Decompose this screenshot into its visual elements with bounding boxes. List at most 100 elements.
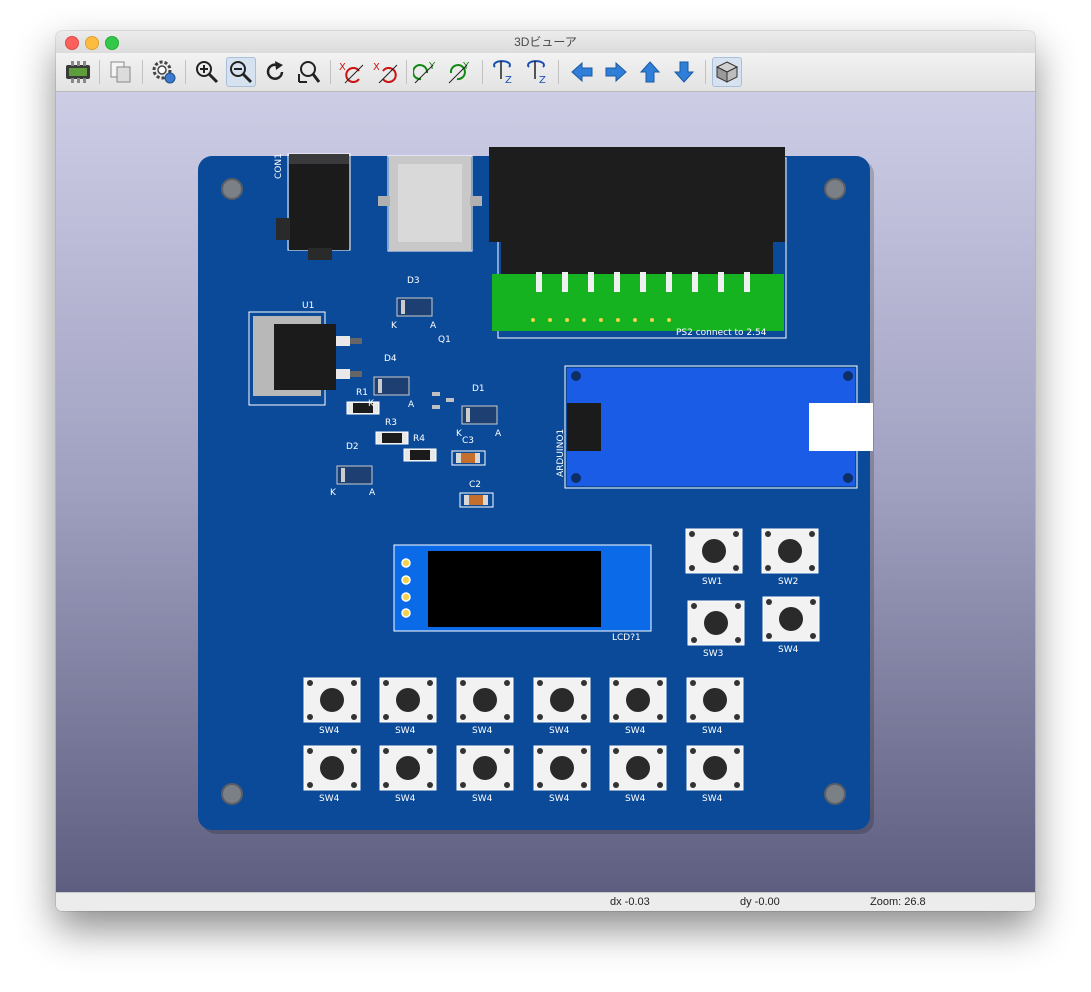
zoom-out-button[interactable] <box>226 57 256 87</box>
resistor-r4 <box>403 448 437 462</box>
label-sw4: SW4 <box>319 726 340 736</box>
redraw-button[interactable] <box>260 57 290 87</box>
rotate-z-cw-icon: Z <box>493 60 512 85</box>
zoom-fit-button[interactable] <box>294 57 324 87</box>
label-q1: Q1 <box>438 335 451 345</box>
resistor-r1 <box>346 401 380 415</box>
move-right-button[interactable] <box>601 57 631 87</box>
rotate-z-ccw-icon: Z <box>527 60 546 85</box>
label-d4-a: A <box>408 400 415 410</box>
switch-sw4 <box>379 745 437 791</box>
label-d3: D3 <box>407 276 420 286</box>
toolbar: X X Y Y <box>56 53 1035 92</box>
label-c3: C3 <box>462 436 475 446</box>
switch-sw4 <box>303 677 361 723</box>
move-up-icon <box>639 61 661 83</box>
diode-d4 <box>373 376 410 396</box>
switch-sw4 <box>762 596 820 642</box>
label-r1: R1 <box>356 388 368 398</box>
viewer-window: 3Dビューア X X Z Z CON1 U1 D3 K A Q1 D4 A R1… <box>56 31 1035 911</box>
label-d2: D2 <box>346 442 359 452</box>
arduino-nano-module <box>564 365 873 489</box>
zoom-out-icon <box>230 61 253 84</box>
label-sw4: SW4 <box>625 726 646 736</box>
switch-sw1 <box>685 528 743 574</box>
title-bar[interactable]: 3Dビューア <box>56 31 1035 53</box>
label-sw4: SW4 <box>319 794 340 804</box>
label-ps2: PS2 connect to 2.54 <box>676 328 767 338</box>
zoom-in-button[interactable] <box>192 57 222 87</box>
switch-sw4 <box>456 677 514 723</box>
status-dy: dy -0.00 <box>740 896 780 908</box>
rotate-y-cw-button[interactable]: Y <box>412 57 442 87</box>
zoom-fit-icon <box>298 61 321 83</box>
status-zoom: Zoom: 26.8 <box>870 896 926 908</box>
label-d4: D4 <box>384 354 397 364</box>
label-sw4: SW4 <box>549 794 570 804</box>
rotate-x-cw-button[interactable]: X <box>336 57 366 87</box>
switch-sw4 <box>609 745 667 791</box>
rotate-x-ccw-icon: X <box>373 62 398 84</box>
redraw-icon <box>266 61 284 80</box>
oled-lcd-module <box>393 544 652 632</box>
move-left-icon <box>571 61 593 83</box>
close-button[interactable] <box>65 36 79 50</box>
label-d2-a: A <box>369 488 376 498</box>
label-sw4: SW4 <box>702 794 723 804</box>
label-r3: R3 <box>385 418 397 428</box>
ortho-view-icon <box>715 61 739 83</box>
move-left-button[interactable] <box>567 57 597 87</box>
label-d3-a: A <box>430 321 437 331</box>
render-button[interactable] <box>63 57 93 87</box>
rotate-y-cw-icon: Y <box>413 61 436 84</box>
diode-d3 <box>396 297 433 317</box>
window-title: 3Dビューア <box>514 35 577 49</box>
ps2-connector <box>489 147 787 339</box>
move-up-button[interactable] <box>635 57 665 87</box>
copy-icon <box>110 61 131 83</box>
mounting-hole <box>221 178 243 200</box>
switch-sw4 <box>609 677 667 723</box>
resistor-r3 <box>375 431 409 445</box>
label-c2: C2 <box>469 480 482 490</box>
move-down-button[interactable] <box>669 57 699 87</box>
label-d1-a: A <box>495 429 502 439</box>
rotate-y-ccw-button[interactable]: Y <box>446 57 476 87</box>
move-down-icon <box>673 61 695 83</box>
rotate-z-cw-button[interactable]: Z <box>488 57 518 87</box>
switch-sw3 <box>687 600 745 646</box>
zoom-in-icon <box>196 61 219 84</box>
label-u1: U1 <box>302 301 315 311</box>
svg-text:Z: Z <box>539 75 546 85</box>
diode-d1 <box>461 405 498 425</box>
rotate-x-cw-icon: X <box>339 62 364 84</box>
switch-sw4 <box>456 745 514 791</box>
rotate-y-ccw-icon: Y <box>448 61 470 84</box>
settings-button[interactable] <box>149 57 179 87</box>
label-sw4: SW4 <box>625 794 646 804</box>
rotate-z-ccw-button[interactable]: Z <box>522 57 552 87</box>
label-sw1: SW1 <box>702 577 723 587</box>
3d-viewport[interactable]: CON1 U1 D3 K A Q1 D4 A R1 K D1 K A R3 R4… <box>56 92 1035 892</box>
label-arduino: ARDUINO1 <box>556 428 566 477</box>
minimize-button[interactable] <box>85 36 99 50</box>
pcb-board-render <box>198 147 874 834</box>
label-r1-k: K <box>368 399 374 409</box>
label-d1: D1 <box>472 384 485 394</box>
ortho-view-button[interactable] <box>712 57 742 87</box>
mounting-hole <box>221 783 243 805</box>
label-sw4: SW4 <box>472 726 493 736</box>
mounting-hole <box>824 178 846 200</box>
label-sw3: SW3 <box>703 649 724 659</box>
rotate-x-ccw-button[interactable]: X <box>370 57 400 87</box>
label-sw4: SW4 <box>549 726 570 736</box>
label-con1: CON1 <box>274 153 284 179</box>
switch-sw4 <box>686 677 744 723</box>
move-right-icon <box>605 61 627 83</box>
status-dx: dx -0.03 <box>610 896 650 908</box>
diode-d2 <box>336 465 373 485</box>
zoom-button[interactable] <box>105 36 119 50</box>
svg-text:Z: Z <box>505 75 512 85</box>
copy-button[interactable] <box>106 57 136 87</box>
svg-text:X: X <box>339 62 346 73</box>
